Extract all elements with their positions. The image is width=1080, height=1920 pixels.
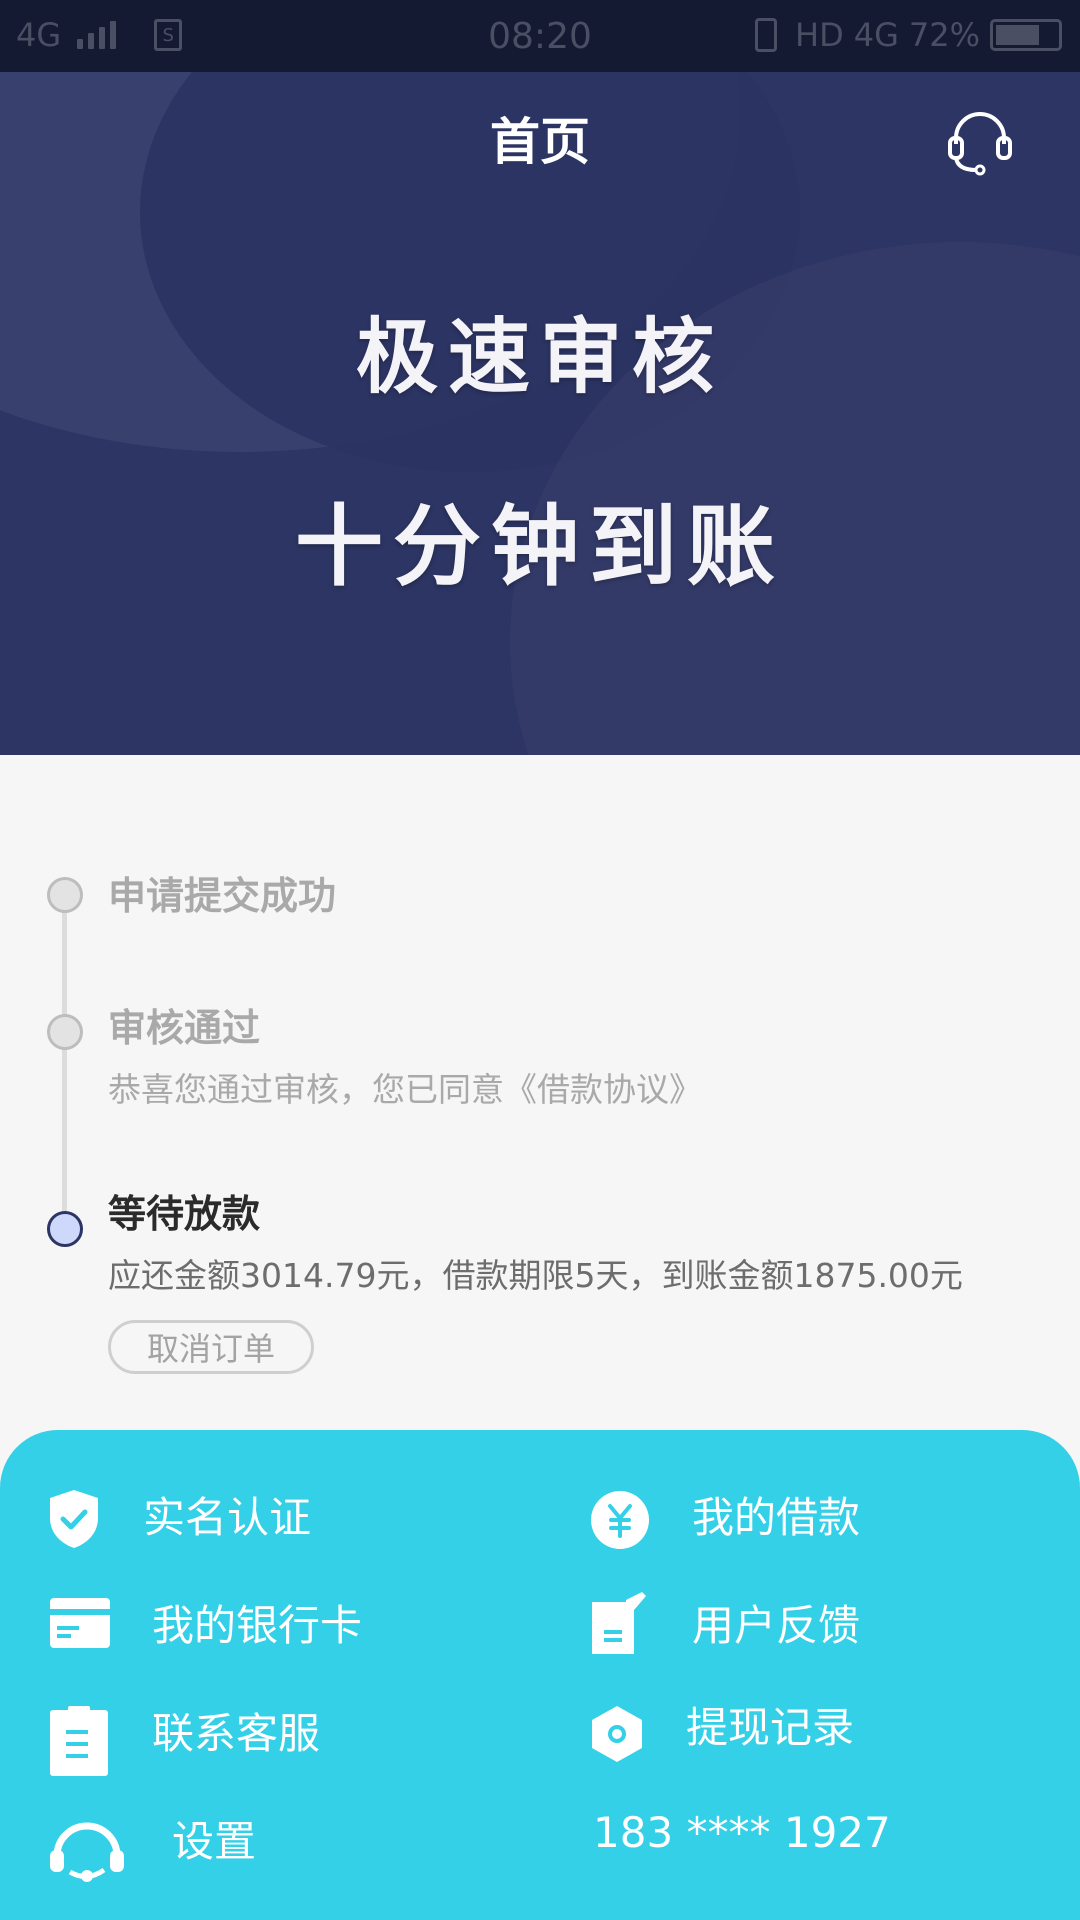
- step-title-pending: 等待放款: [108, 1192, 261, 1236]
- hd-label: HD: [795, 16, 844, 54]
- menu-label-feedback: 用户反馈: [692, 1601, 861, 1650]
- menu-label-settings: 设置: [172, 1817, 257, 1866]
- step-title-approved: 审核通过: [108, 1006, 261, 1050]
- menu-item-verification[interactable]: 实名认证: [40, 1478, 480, 1558]
- feedback-edit-icon: [592, 1592, 646, 1654]
- status-right: HD 4G 72%: [755, 16, 1062, 54]
- menu-label-withdraw-records: 提现记录: [686, 1703, 855, 1752]
- customer-service-button[interactable]: [948, 108, 1012, 176]
- step-desc-pending: 应还金额3014.79元，借款期限5天，到账金额1875.00元: [108, 1256, 963, 1295]
- yen-circle-icon: [591, 1491, 649, 1549]
- page-title: 首页: [490, 113, 590, 171]
- menu-label-contact-service: 联系客服: [152, 1709, 321, 1758]
- menu-item-contact-service[interactable]: 联系客服: [40, 1694, 480, 1778]
- battery-icon: [990, 19, 1062, 51]
- hexagon-record-icon: [592, 1706, 642, 1762]
- status-bar: 4G S 08:20 HD 4G 72%: [0, 0, 1080, 72]
- menu-item-withdraw-records[interactable]: 提现记录: [590, 1694, 1050, 1778]
- menu-item-settings[interactable]: 设置: [40, 1802, 480, 1886]
- battery-percent: 72%: [908, 16, 980, 54]
- order-progress: 申请提交成功 审核通过 恭喜您通过审核，您已同意《借款协议》 等待放款 应还金额…: [0, 755, 1080, 1430]
- hero-banner: 首页 极速审核 十分钟到账: [0, 72, 1080, 755]
- timeline-line: [62, 895, 67, 1225]
- user-phone: 183 **** 1927: [593, 1808, 891, 1857]
- step-dot-pending: [47, 1211, 83, 1247]
- step-dot-submitted: [47, 877, 83, 913]
- vibrate-icon: [755, 18, 778, 52]
- bank-card-icon: [50, 1598, 110, 1648]
- clipboard-icon: [50, 1706, 108, 1776]
- menu-label-verification: 实名认证: [143, 1493, 312, 1542]
- menu-label-bank-card: 我的银行卡: [152, 1601, 363, 1650]
- slogan-line-1: 极速审核: [355, 310, 724, 405]
- shield-check-icon: [50, 1490, 98, 1548]
- menu-item-feedback[interactable]: 用户反馈: [590, 1586, 1050, 1666]
- step-desc-approved: 恭喜您通过审核，您已同意《借款协议》: [108, 1070, 702, 1109]
- headset-icon: [948, 112, 1012, 176]
- cancel-order-button[interactable]: 取消订单: [108, 1320, 314, 1374]
- menu-label-my-loans: 我的借款: [692, 1493, 861, 1542]
- network-type-right: 4G: [853, 16, 899, 54]
- menu-item-bank-card[interactable]: 我的银行卡: [40, 1586, 480, 1666]
- headset-icon: [50, 1822, 124, 1882]
- step-dot-approved: [47, 1014, 83, 1050]
- slogan-line-2: 十分钟到账: [294, 495, 785, 598]
- menu-item-my-loans[interactable]: 我的借款: [590, 1478, 1050, 1558]
- step-title-submitted: 申请提交成功: [108, 874, 337, 918]
